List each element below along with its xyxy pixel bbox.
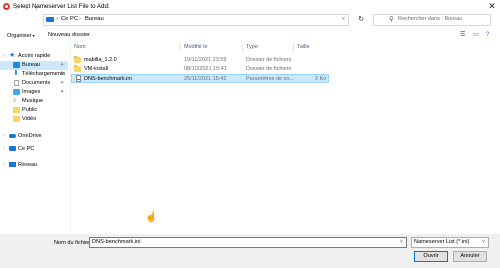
up-arrow-icon[interactable]: ↑ [32, 4, 41, 13]
search-icon: ⚲ [389, 16, 394, 23]
network-icon [9, 162, 16, 167]
file-size: 2 Ko [315, 76, 327, 82]
sidebar-item-images[interactable]: Images ✦ [0, 88, 68, 97]
caret-down-icon: ▾ [32, 33, 35, 38]
column-divider[interactable] [242, 43, 243, 51]
filename-dropdown-icon[interactable]: ˅ [400, 239, 403, 246]
file-type: Dossier de fichiers [246, 57, 292, 63]
column-header-modified[interactable]: Modifié le [184, 44, 208, 51]
view-options-icon[interactable]: ☰ [460, 32, 465, 39]
file-row-vm-install[interactable]: VM-install 08/10/2021 15:41 Dossier de f… [71, 65, 329, 74]
sidebar-item-onedrive[interactable]: › OneDrive [0, 132, 68, 141]
preview-pane-icon[interactable]: ▭ [473, 32, 479, 39]
file-row-mabilla[interactable]: mabilla_1.2.0 19/11/2021 23:59 Dossier d… [71, 56, 329, 65]
expand-chevron-icon[interactable]: › [3, 133, 5, 140]
sidebar-item-label: Accès rapide [18, 53, 51, 59]
filename-label: Nom du fichier : [54, 240, 94, 246]
expand-chevron-icon[interactable]: › [3, 53, 5, 60]
open-button[interactable]: Ouvrir [414, 251, 448, 262]
sidebar-item-reseau[interactable]: › Réseau [0, 161, 68, 170]
ini-file-icon [76, 75, 81, 82]
computer-icon [9, 146, 16, 151]
file-name: DNS-benchmark.ini [84, 76, 132, 82]
filetype-dropdown-icon[interactable]: ˅ [482, 239, 485, 246]
expand-chevron-icon[interactable]: › [3, 146, 5, 153]
sidebar-item-musique[interactable]: ♪ Musique [0, 97, 68, 106]
organize-button[interactable]: Organiser▾ [7, 32, 35, 40]
navigation-pane: › ★ Accès rapide Bureau ✦ ⬇ Téléchargeme… [0, 42, 68, 232]
file-modified: 19/11/2021 23:59 [184, 57, 227, 63]
breadcrumb-separator-icon[interactable]: › [56, 16, 58, 23]
column-divider[interactable] [293, 43, 294, 51]
download-icon: ⬇ [13, 70, 19, 77]
file-type: Dossier de fichiers [246, 66, 292, 72]
desktop-icon [13, 62, 20, 68]
folder-icon [13, 107, 20, 113]
file-name: VM-install [84, 66, 109, 72]
column-header-row [71, 42, 500, 51]
sidebar-item-label: Téléchargements [22, 71, 66, 77]
documents-icon [14, 80, 19, 86]
sidebar-item-telechargements[interactable]: ⬇ Téléchargements ✦ [0, 70, 68, 79]
sidebar-item-label: Réseau [18, 162, 38, 168]
sidebar-item-ce-pc[interactable]: › Ce PC [0, 145, 68, 154]
file-name: mabilla_1.2.0 [84, 57, 117, 63]
file-modified: 08/10/2021 15:41 [184, 66, 227, 72]
filetype-value[interactable]: Nameserver List (*.ini) [414, 239, 469, 246]
pin-icon[interactable]: ✦ [60, 89, 64, 96]
sidebar-item-label: OneDrive [18, 133, 42, 139]
cloud-icon [9, 134, 16, 138]
search-placeholder: Rechercher dans : Bureau [398, 16, 463, 22]
sidebar-item-label: Documents [22, 80, 51, 86]
cancel-button[interactable]: Annuler [453, 251, 487, 262]
file-modified: 25/11/2021 15:42 [184, 76, 227, 82]
hand-cursor-icon: ☝ [145, 212, 158, 223]
sidebar-item-label: Public [22, 107, 38, 113]
close-icon[interactable]: ✕ [487, 1, 497, 11]
sidebar-item-public[interactable]: Public [0, 106, 68, 115]
sidebar-item-label: Ce PC [18, 146, 35, 152]
pin-icon[interactable]: ✦ [60, 80, 64, 87]
computer-icon [46, 17, 54, 22]
column-header-name[interactable]: Nom [74, 44, 86, 51]
star-icon: ★ [9, 52, 16, 59]
organize-label: Organiser [7, 33, 32, 39]
file-row-dns-benchmark[interactable]: DNS-benchmark.ini 25/11/2021 15:42 Param… [71, 74, 329, 83]
folder-icon [74, 65, 81, 72]
column-header-size[interactable]: Taille [297, 44, 310, 51]
column-divider[interactable] [180, 43, 181, 51]
sidebar-item-label: Images [22, 89, 41, 95]
folder-icon [13, 116, 20, 122]
sidebar-item-video[interactable]: Vidéo [0, 115, 68, 124]
music-icon: ♪ [13, 97, 17, 104]
expand-chevron-icon[interactable]: › [3, 162, 5, 169]
refresh-icon[interactable]: ↻ [355, 15, 367, 25]
pin-icon[interactable]: ✦ [60, 71, 64, 78]
recent-locations-icon[interactable]: ˅ [22, 4, 31, 13]
help-icon[interactable]: ? [486, 32, 489, 39]
sidebar-item-label: Bureau [22, 62, 41, 68]
sidebar-item-label: Vidéo [22, 116, 37, 122]
file-type: Paramètres de co... [246, 76, 294, 82]
folder-icon [74, 56, 81, 63]
pictures-icon [13, 89, 20, 95]
column-header-type[interactable]: Type [246, 44, 258, 51]
breadcrumb-ce-pc[interactable]: Ce PC [61, 16, 78, 23]
sidebar-item-label: Musique [22, 98, 44, 104]
pin-icon[interactable]: ✦ [60, 62, 64, 69]
breadcrumb-separator-icon[interactable]: › [79, 16, 81, 23]
new-folder-button[interactable]: Nouveau dossier [48, 32, 90, 39]
sidebar-item-bureau[interactable]: Bureau ✦ [0, 61, 68, 70]
sidebar-item-acces-rapide[interactable]: › ★ Accès rapide [0, 52, 68, 61]
back-arrow-icon[interactable]: ← [2, 4, 11, 13]
breadcrumb-bureau[interactable]: Bureau [85, 16, 104, 23]
forward-arrow-icon[interactable]: → [12, 4, 21, 13]
address-dropdown-icon[interactable]: ˅ [342, 16, 345, 23]
sidebar-item-documents[interactable]: Documents ✦ [0, 79, 68, 88]
filename-value[interactable]: DNS-benchmark.ini [92, 239, 141, 246]
